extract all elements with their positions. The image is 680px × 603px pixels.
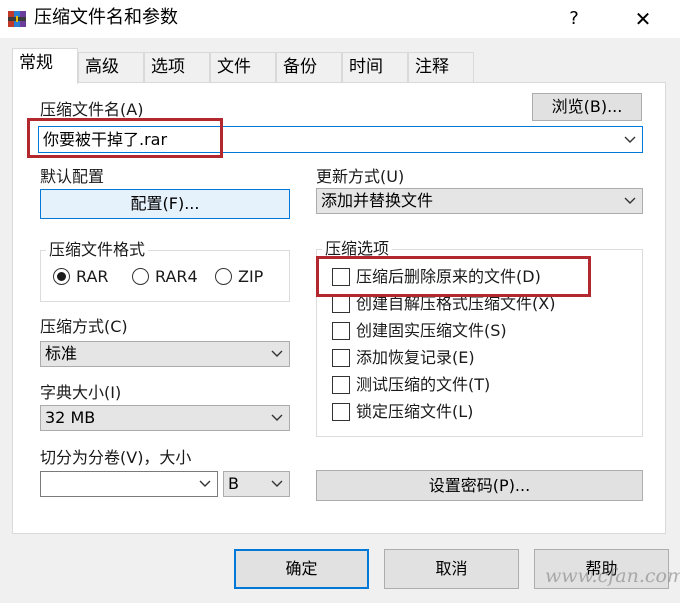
checkbox-test-archive[interactable] — [332, 376, 350, 394]
checkbox-lock-archive-label: 锁定压缩文件(L) — [356, 402, 474, 421]
compression-method-value: 标准 — [45, 344, 78, 363]
radio-zip[interactable] — [215, 268, 232, 285]
archive-name-label: 压缩文件名(A) — [40, 100, 144, 119]
winrar-app-icon — [8, 11, 26, 27]
checkbox-test-archive-label: 测试压缩的文件(T) — [356, 375, 491, 394]
help-icon[interactable]: ? — [562, 6, 586, 32]
cancel-button[interactable]: 取消 — [384, 549, 519, 589]
profile-config-button[interactable]: 配置(F)... — [40, 189, 290, 219]
chevron-down-icon — [271, 480, 283, 487]
radio-rar4[interactable] — [132, 268, 149, 285]
default-profile-label: 默认配置 — [40, 167, 105, 186]
browse-button[interactable]: 浏览(B)... — [532, 93, 642, 121]
tab-comment[interactable]: 注释 — [408, 52, 474, 82]
chevron-down-icon — [271, 414, 283, 421]
highlight-box-delete-option — [316, 256, 591, 297]
chevron-down-icon — [624, 197, 636, 204]
tab-general[interactable]: 常规 — [12, 48, 78, 84]
checkbox-solid[interactable] — [332, 322, 350, 340]
archive-format-label: 压缩文件格式 — [46, 240, 149, 260]
highlight-box-filename — [27, 118, 223, 158]
tab-options[interactable]: 选项 — [144, 52, 210, 82]
watermark-logo: www.cfan.com.cn — [545, 565, 680, 587]
radio-rar[interactable] — [53, 268, 70, 285]
split-unit-select[interactable]: B — [223, 471, 290, 497]
tab-files[interactable]: 文件 — [210, 52, 276, 82]
update-method-select[interactable]: 添加并替换文件 — [316, 188, 643, 214]
checkbox-sfx-label: 创建自解压格式压缩文件(X) — [356, 294, 556, 313]
checkbox-sfx[interactable] — [332, 295, 350, 313]
dictionary-size-label: 字典大小(I) — [40, 383, 122, 402]
split-unit-value: B — [228, 474, 239, 493]
checkbox-recovery-record[interactable] — [332, 349, 350, 367]
split-size-combo[interactable] — [40, 471, 218, 497]
split-volumes-label: 切分为分卷(V)，大小 — [40, 448, 192, 467]
chevron-down-icon[interactable] — [199, 480, 211, 488]
tab-time[interactable]: 时间 — [342, 52, 408, 82]
compression-method-select[interactable]: 标准 — [40, 341, 290, 367]
dictionary-size-value: 32 MB — [45, 408, 96, 427]
checkbox-recovery-record-label: 添加恢复记录(E) — [356, 348, 475, 367]
radio-rar-label: RAR — [76, 267, 109, 286]
checkbox-lock-archive[interactable] — [332, 403, 350, 421]
window-title: 压缩文件名和参数 — [34, 7, 178, 28]
chevron-down-icon[interactable] — [624, 136, 636, 144]
update-method-label: 更新方式(U) — [316, 167, 405, 186]
set-password-button[interactable]: 设置密码(P)... — [316, 470, 643, 501]
tab-advanced[interactable]: 高级 — [78, 52, 144, 82]
radio-rar4-label: RAR4 — [155, 267, 198, 286]
title-bar: 压缩文件名和参数 ? ✕ — [0, 0, 680, 38]
checkbox-solid-label: 创建固实压缩文件(S) — [356, 321, 507, 340]
chevron-down-icon — [271, 350, 283, 357]
dictionary-size-select[interactable]: 32 MB — [40, 405, 290, 431]
ok-button[interactable]: 确定 — [234, 549, 369, 589]
tab-backup[interactable]: 备份 — [276, 52, 342, 82]
update-method-value: 添加并替换文件 — [321, 191, 434, 210]
close-icon[interactable]: ✕ — [630, 6, 656, 32]
radio-zip-label: ZIP — [238, 267, 264, 286]
compression-method-label: 压缩方式(C) — [40, 317, 128, 336]
